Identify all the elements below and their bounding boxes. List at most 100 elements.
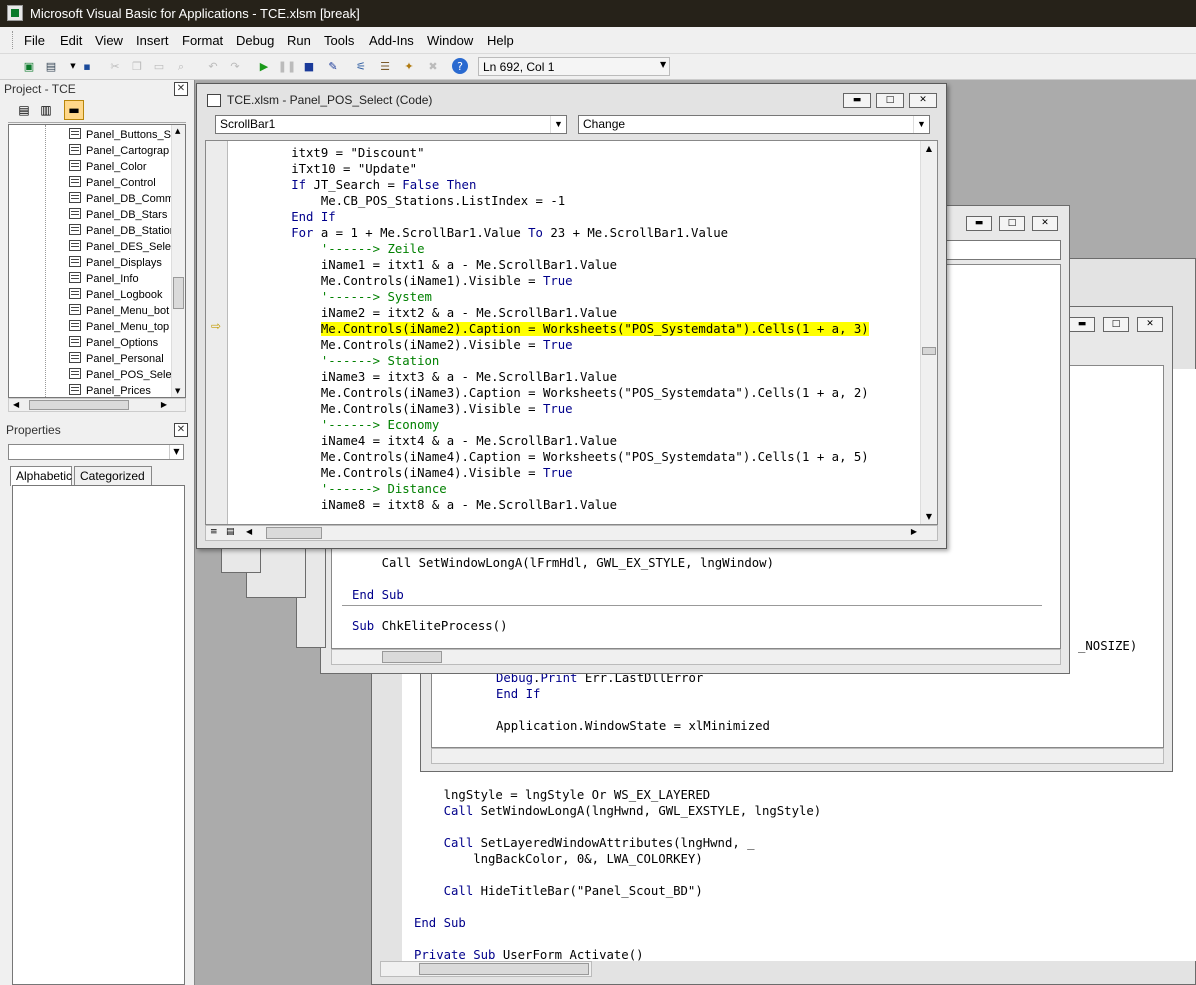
menu-file[interactable]: File [22, 33, 47, 48]
scroll-right-icon[interactable]: ▶ [911, 527, 917, 536]
code-line[interactable]: itxt9 = "Discount" [232, 145, 424, 161]
code-line[interactable]: End If [232, 209, 335, 225]
chevron-down-icon[interactable]: ▼ [550, 116, 566, 133]
tree-scroll-thumb[interactable] [173, 277, 184, 309]
tree-item[interactable]: Panel_Logbook [69, 288, 162, 304]
properties-window-icon[interactable]: ☰ [376, 57, 394, 75]
code-line[interactable]: '------> System [232, 289, 432, 305]
tree-item[interactable]: Panel_Personal [69, 352, 164, 368]
code-line[interactable]: iName1 = itxt1 & a - Me.ScrollBar1.Value [232, 257, 617, 273]
menu-debug[interactable]: Debug [234, 33, 276, 48]
hscrollbar[interactable] [380, 961, 592, 977]
code-line[interactable]: iName8 = itxt8 & a - Me.ScrollBar1.Value [232, 497, 617, 513]
reset-icon[interactable]: ■ [300, 57, 318, 75]
tree-item[interactable]: Panel_DB_Comm [69, 192, 174, 208]
chevron-down-icon[interactable]: ▼ [913, 116, 929, 133]
code-line[interactable]: '------> Station [232, 353, 439, 369]
design-mode-icon[interactable]: ✎ [324, 57, 342, 75]
tree-vertical-scrollbar[interactable]: ▲ ▼ [171, 125, 185, 397]
editor-vertical-scrollbar[interactable]: ▲ ▼ [920, 141, 937, 524]
code-line[interactable]: iName2 = itxt2 & a - Me.ScrollBar1.Value [232, 305, 617, 321]
tree-item[interactable]: Panel_Color [69, 160, 147, 176]
code-editor[interactable]: ⇨ itxt9 = "Discount" iTxt10 = "Update" I… [205, 140, 938, 525]
tree-item[interactable]: Panel_Info [69, 272, 139, 288]
tree-horizontal-scrollbar[interactable]: ◀ ▶ [8, 398, 186, 412]
menu-insert[interactable]: Insert [134, 33, 171, 48]
editor-scroll-thumb[interactable] [922, 347, 936, 355]
run-icon[interactable]: ▶ [255, 57, 273, 75]
toolbox-icon[interactable]: ✖ [424, 57, 442, 75]
toggle-folders-icon[interactable]: ▬ [64, 100, 84, 120]
code-line[interactable]: '------> Zeile [232, 241, 425, 257]
tree-item[interactable]: Panel_Prices [69, 384, 151, 397]
maximize-icon[interactable]: □ [1103, 317, 1129, 332]
tree-item[interactable]: Panel_Options [69, 336, 158, 352]
menu-tools[interactable]: Tools [322, 33, 356, 48]
view-code-icon[interactable]: ▤ [14, 100, 34, 120]
menu-format[interactable]: Format [180, 33, 225, 48]
scroll-up-icon[interactable]: ▲ [921, 141, 937, 156]
code-line[interactable]: iTxt10 = "Update" [232, 161, 417, 177]
hscrollbar[interactable] [331, 649, 1061, 665]
code-line[interactable]: Me.Controls(iName4).Visible = True [232, 465, 573, 481]
cut-icon[interactable]: ✂ [106, 57, 124, 75]
save-icon[interactable]: ▪ [78, 57, 96, 75]
hscrollbar[interactable] [431, 748, 1164, 764]
restore-icon[interactable]: □ [876, 93, 904, 108]
menu-window[interactable]: Window [425, 33, 475, 48]
tab-alphabetic[interactable]: Alphabetic [10, 466, 72, 486]
break-icon[interactable]: ❚❚ [278, 57, 296, 75]
scroll-down-icon[interactable]: ▼ [921, 509, 937, 524]
close-icon[interactable]: ✕ [1032, 216, 1058, 231]
tab-categorized[interactable]: Categorized [74, 466, 152, 485]
chevron-down-icon[interactable]: ▼ [169, 445, 183, 459]
tree-item[interactable]: Panel_Buttons_S [69, 128, 171, 144]
scroll-up-icon[interactable]: ▲ [175, 127, 180, 135]
object-dropdown[interactable]: ScrollBar1 ▼ [215, 115, 567, 134]
tree-item[interactable]: Panel_Menu_bot [69, 304, 169, 320]
paste-icon[interactable]: ▭ [150, 57, 168, 75]
redo-icon[interactable]: ↷ [226, 57, 244, 75]
find-icon[interactable]: ⌕ [172, 57, 190, 75]
full-module-view-icon[interactable]: ▤ [226, 527, 235, 537]
menu-run[interactable]: Run [285, 33, 313, 48]
help-icon[interactable]: ? [452, 58, 468, 74]
minimize-icon[interactable]: ▬ [966, 216, 992, 231]
code-line[interactable]: iName4 = itxt4 & a - Me.ScrollBar1.Value [232, 433, 617, 449]
code-line[interactable]: For a = 1 + Me.ScrollBar1.Value To 23 + … [232, 225, 728, 241]
hscroll-thumb[interactable] [419, 963, 589, 975]
scroll-down-icon[interactable]: ▼ [175, 387, 180, 395]
menu-addins[interactable]: Add-Ins [367, 33, 416, 48]
code-line[interactable]: Me.Controls(iName1).Visible = True [232, 273, 573, 289]
code-line[interactable]: Me.CB_POS_Stations.ListIndex = -1 [232, 193, 565, 209]
scroll-left-icon[interactable]: ◀ [13, 400, 19, 409]
tree-item[interactable]: Panel_DB_Station [69, 224, 176, 240]
toolbar-options-icon[interactable]: ▼ [660, 60, 666, 69]
hscroll-thumb[interactable] [382, 651, 442, 663]
scroll-left-icon[interactable]: ◀ [246, 527, 252, 536]
maximize-icon[interactable]: □ [999, 216, 1025, 231]
code-line[interactable]: Me.Controls(iName4).Caption = Worksheets… [232, 449, 869, 465]
code-line[interactable]: '------> Distance [232, 481, 447, 497]
menu-edit[interactable]: Edit [58, 33, 84, 48]
procedure-dropdown[interactable]: Change ▼ [578, 115, 930, 134]
scroll-right-icon[interactable]: ▶ [161, 400, 167, 409]
code-line[interactable]: Me.Controls(iName2).Visible = True [232, 337, 573, 353]
tree-item[interactable]: Panel_Control [69, 176, 156, 192]
tree-item[interactable]: Panel_Cartograp [69, 144, 169, 160]
minimize-icon[interactable]: ▬ [1069, 317, 1095, 332]
tree-item[interactable]: Panel_Menu_top [69, 320, 169, 336]
properties-grid[interactable] [12, 485, 185, 985]
close-icon[interactable]: ✕ [174, 82, 188, 96]
view-object-icon[interactable]: ▥ [36, 100, 56, 120]
code-line[interactable]: If JT_Search = False Then [232, 177, 476, 193]
menu-help[interactable]: Help [485, 33, 516, 48]
code-window-panel-pos-select[interactable]: TCE.xlsm - Panel_POS_Select (Code) ▬ □ ✕… [196, 83, 947, 549]
procedure-view-icon[interactable]: ≡ [210, 527, 218, 537]
code-line[interactable]: iName3 = itxt3 & a - Me.ScrollBar1.Value [232, 369, 617, 385]
hscroll-thumb[interactable] [266, 527, 322, 539]
menu-view[interactable]: View [93, 33, 125, 48]
close-icon[interactable]: ✕ [1137, 317, 1163, 332]
tree-item[interactable]: Panel_DB_Stars [69, 208, 167, 224]
excel-icon[interactable]: ▣ [20, 57, 38, 75]
